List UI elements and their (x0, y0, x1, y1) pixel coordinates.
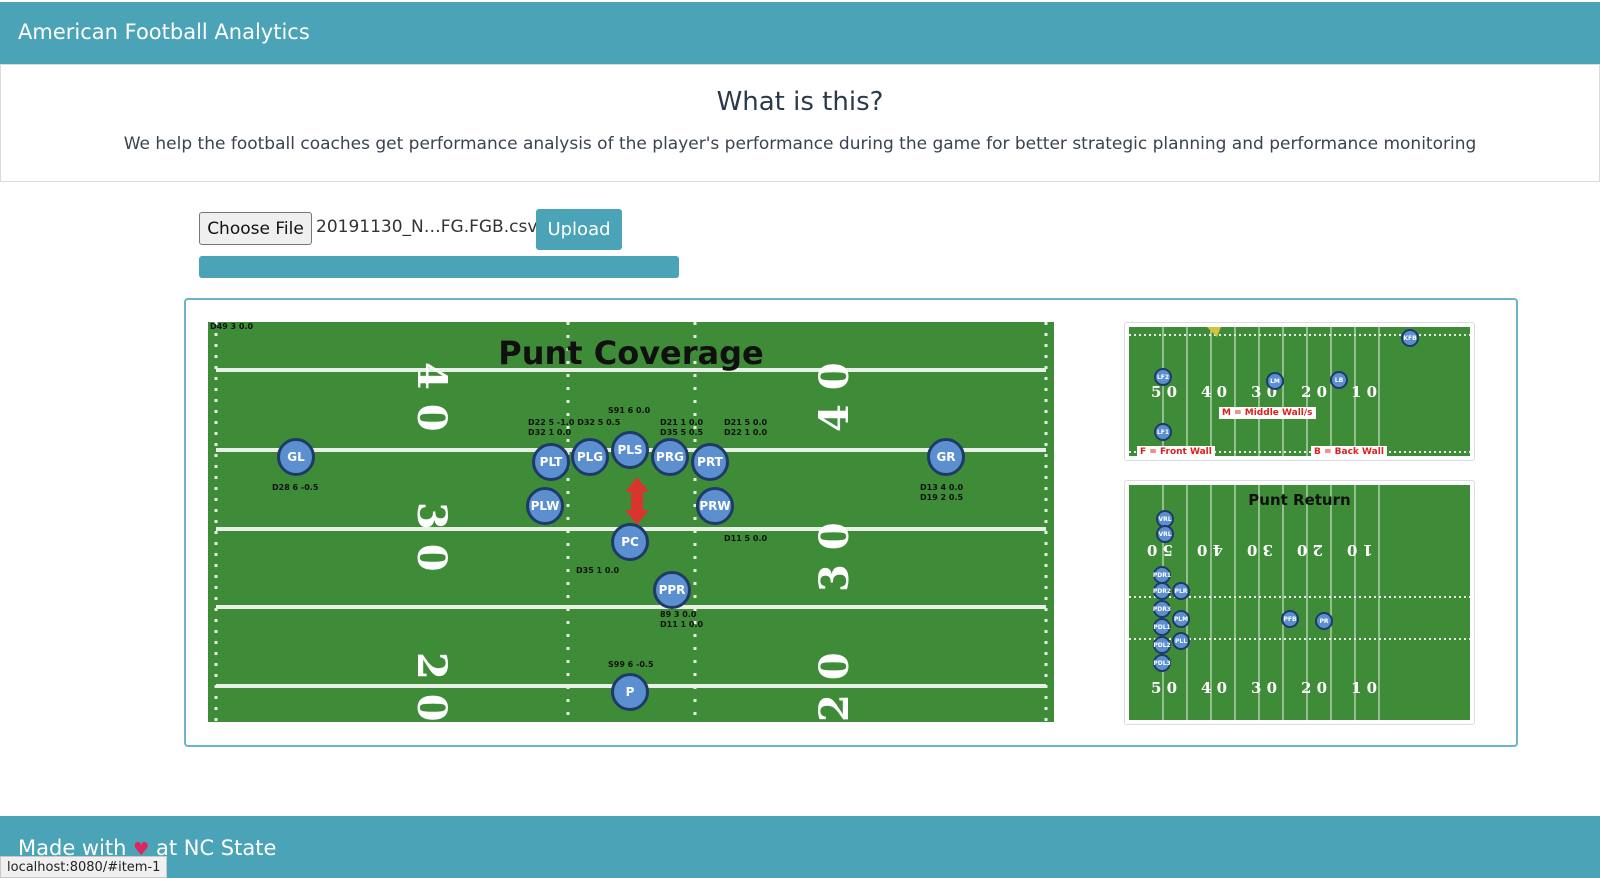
svg-text:2 0: 2 0 (811, 652, 858, 722)
mini-player: LF1 (1154, 423, 1172, 441)
upload-form: Choose File 20191130_N…FG.FGB.csv Upload (199, 209, 679, 251)
player-ppr[interactable]: PPR (653, 571, 691, 609)
upload-button[interactable]: Upload (536, 209, 622, 250)
player-annotation: D28 6 -0.5 (272, 483, 319, 492)
player-prw[interactable]: PRW (696, 487, 734, 525)
svg-text:3 0: 3 0 (1251, 679, 1277, 697)
footer-suffix: at NC State (155, 836, 277, 860)
mini-player: PDR2 (1153, 582, 1171, 600)
middle-wall-label: M = Middle Wall/s (1219, 407, 1316, 419)
svg-text:3 0: 3 0 (811, 522, 858, 592)
about-description: We help the football coaches get perform… (123, 134, 1477, 154)
footer: Made with ♥ at NC State (0, 816, 1600, 878)
player-annotation: S99 6 -0.5 (608, 660, 654, 669)
selected-file-name: 20191130_N…FG.FGB.csv (316, 217, 538, 237)
svg-text:2 0: 2 0 (1301, 679, 1327, 697)
svg-text:4 0: 4 0 (408, 362, 455, 432)
carousel-viewer: 4 0 3 0 2 0 4 0 3 0 2 0 Punt Coverage D4… (184, 298, 1518, 747)
thumbnail-punt-return[interactable]: 5 0 4 0 3 0 2 0 1 0 5 0 4 0 3 0 2 0 1 0 Pun… (1124, 480, 1475, 725)
svg-text:3 0: 3 0 (408, 502, 455, 572)
brand-title[interactable]: American Football Analytics (18, 20, 310, 44)
player-gl[interactable]: GL (277, 438, 315, 476)
player-annotation: D11 5 0.0 (724, 534, 768, 543)
mini-player: LB (1330, 371, 1348, 389)
mini-player: LF2 (1154, 368, 1172, 386)
svg-text:2 0: 2 0 (1297, 541, 1323, 559)
thumbnail-image: 5 04 0 3 02 01 0 LF2 LM LB LF1 KFB M = M… (1129, 327, 1470, 456)
about-card: What is this? We help the football coach… (0, 64, 1600, 182)
player-plw[interactable]: PLW (526, 487, 564, 525)
svg-text:4 0: 4 0 (1201, 383, 1227, 401)
player-annotation: D22 5 -1.0 D32 5 0.5 D32 1 0.0 (528, 418, 621, 437)
mini-player: LM (1266, 372, 1284, 390)
main-field-image[interactable]: 4 0 3 0 2 0 4 0 3 0 2 0 Punt Coverage D4… (208, 322, 1054, 722)
mini-player: PLL (1172, 632, 1190, 650)
svg-text:1 0: 1 0 (1351, 383, 1377, 401)
field-corner-label: D49 3 0.0 (210, 322, 254, 331)
mini-player: PLM (1172, 610, 1190, 628)
thumbnail-image: 5 0 4 0 3 0 2 0 1 0 5 0 4 0 3 0 2 0 1 0 Pun… (1129, 485, 1470, 720)
svg-text:2 0: 2 0 (1301, 383, 1327, 401)
upload-progress-bar (199, 256, 679, 278)
mini-player: PLR (1172, 582, 1190, 600)
svg-text:3 0: 3 0 (1247, 541, 1273, 559)
player-plt[interactable]: PLT (532, 443, 570, 481)
mini-player: PFB (1281, 610, 1299, 628)
mini-player: PDL2 (1153, 636, 1171, 654)
punt-return-title: Punt Return (1248, 491, 1351, 509)
player-prt[interactable]: PRT (691, 443, 729, 481)
status-bar-url: localhost:8080/#item-1 (0, 856, 168, 878)
player-annotation: D21 5 0.0 D22 1 0.0 (724, 418, 768, 437)
svg-text:4 0: 4 0 (1197, 541, 1223, 559)
mini-player: PDL1 (1153, 618, 1171, 636)
player-annotation: D21 1 0.0 D35 5 0.5 (660, 418, 704, 437)
player-gr[interactable]: GR (927, 438, 965, 476)
svg-text:4 0: 4 0 (811, 362, 858, 432)
upload-progress-fill (199, 256, 679, 278)
player-p[interactable]: P (611, 673, 649, 711)
svg-text:1 0: 1 0 (1351, 679, 1377, 697)
thumbnail-field-graphic: 5 0 4 0 3 0 2 0 1 0 5 0 4 0 3 0 2 0 1 0 (1129, 485, 1470, 720)
player-annotation: D13 4 0.0 D19 2 0.5 (920, 483, 964, 502)
player-annotation: S91 6 0.0 (608, 406, 651, 415)
thumbnail-field-graphic: 5 04 0 3 02 01 0 (1129, 327, 1470, 456)
svg-text:4 0: 4 0 (1201, 679, 1227, 697)
player-plg[interactable]: PLG (571, 438, 609, 476)
mini-player: VRL (1156, 525, 1174, 543)
svg-text:5 0: 5 0 (1147, 541, 1173, 559)
player-prg[interactable]: PRG (651, 438, 689, 476)
app-root: American Football Analytics What is this… (0, 0, 1600, 878)
svg-text:1 0: 1 0 (1347, 541, 1373, 559)
svg-text:5 0: 5 0 (1151, 679, 1177, 697)
mini-player: PDR3 (1153, 600, 1171, 618)
back-wall-label: B = Back Wall (1311, 446, 1387, 456)
mini-player: KFB (1401, 329, 1419, 347)
player-pc[interactable]: PC (611, 523, 649, 561)
svg-text:2 0: 2 0 (408, 652, 455, 722)
about-title: What is this? (716, 87, 884, 117)
play-title: Punt Coverage (498, 334, 764, 372)
top-navbar: American Football Analytics (0, 2, 1600, 64)
thumbnail-kick-return[interactable]: 5 04 0 3 02 01 0 LF2 LM LB LF1 KFB M = M… (1124, 322, 1475, 461)
player-annotation: D35 1 0.0 (576, 566, 620, 575)
mini-player: PR (1315, 612, 1333, 630)
player-annotation: 89 3 0.0 D11 1 0.0 (660, 610, 704, 629)
mini-player: PDL3 (1153, 654, 1171, 672)
front-wall-label: F = Front Wall (1137, 446, 1215, 456)
choose-file-button[interactable]: Choose File (199, 212, 312, 245)
